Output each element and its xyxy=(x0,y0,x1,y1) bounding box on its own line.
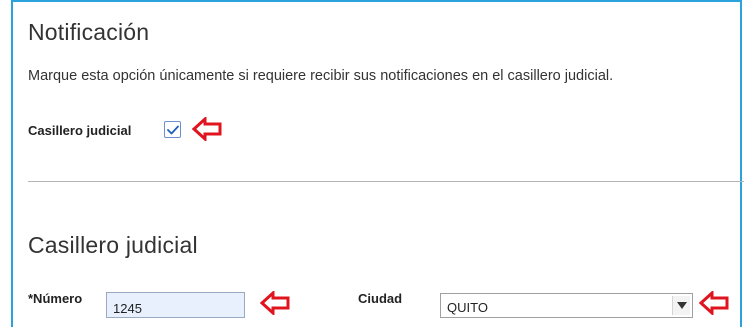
ciudad-selected-value: QUITO xyxy=(447,300,488,315)
ciudad-label: Ciudad xyxy=(358,291,403,306)
notificacion-title: Notificación xyxy=(28,19,150,45)
casillero-judicial-checkbox[interactable] xyxy=(164,121,181,138)
check-icon xyxy=(166,125,179,134)
red-arrow-icon xyxy=(192,117,222,141)
form-panel: Notificación Marque esta opción únicamen… xyxy=(11,0,744,327)
section-divider xyxy=(28,181,744,182)
notificacion-description: Marque esta opción únicamente si requier… xyxy=(28,68,614,84)
numero-input[interactable] xyxy=(106,292,245,318)
dropdown-arrow-icon[interactable] xyxy=(672,296,690,315)
ciudad-select[interactable]: QUITO xyxy=(440,293,693,318)
casillero-judicial-checkbox-label: Casillero judicial xyxy=(28,123,132,138)
red-arrow-icon xyxy=(699,291,729,315)
casillero-judicial-title: Casillero judicial xyxy=(28,232,198,258)
red-arrow-icon xyxy=(260,291,290,315)
numero-label: *Número xyxy=(28,291,83,306)
